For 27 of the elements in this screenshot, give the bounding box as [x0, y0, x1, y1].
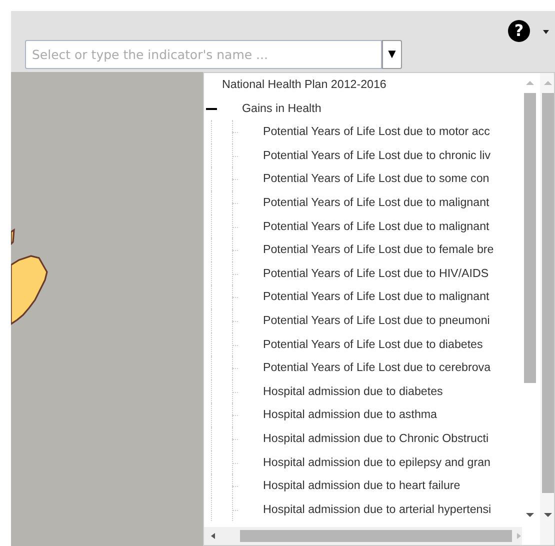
map-region[interactable] — [11, 228, 48, 326]
indicator-item[interactable]: Potential Years of Life Lost due to malignant — [263, 194, 490, 212]
scrollbar[interactable] — [540, 73, 554, 545]
indicator-item[interactable]: Potential Years of Life Lost due to female bre — [263, 241, 494, 259]
indicator-item[interactable]: Potential Years of Life Lost due to chronic liv — [263, 146, 491, 164]
indicator-item[interactable]: Potential Years of Life Lost due to pneumoni — [263, 312, 490, 330]
collapse-icon[interactable] — [206, 108, 217, 110]
indicator-item[interactable]: Potential Years of Life Lost due to diabetes — [263, 336, 483, 354]
dropdown-button[interactable]: ▼ — [382, 40, 402, 69]
caret-icon[interactable] — [543, 30, 549, 34]
indicator-search-field[interactable]: Select or type the indicator's name ... — [25, 40, 382, 69]
indicator-item[interactable]: Hospital admission due to Chronic Obstructi — [263, 430, 489, 448]
indicator-item[interactable]: Potential Years of Life Lost due to motor acc — [263, 123, 490, 141]
indicator-item[interactable]: Hospital admission due to asthma — [263, 406, 437, 424]
help-icon[interactable]: ? — [508, 20, 530, 42]
indicator-item[interactable]: Hospital admission due to heart failure — [263, 477, 460, 495]
indicator-item[interactable]: Hospital admission due to arterial hypertensi — [263, 500, 492, 518]
indicator-item[interactable]: Potential Years of Life Lost due to HIV/AIDS — [263, 264, 489, 282]
indicator-item[interactable]: Potential Years of Life Lost due to malignant — [263, 218, 490, 236]
tree-group-label[interactable]: Gains in Health — [242, 100, 322, 118]
indicator-item[interactable]: Hospital admission due to diabetes — [263, 382, 443, 400]
indicator-item[interactable]: Potential Years of Life Lost due to some con — [263, 170, 490, 188]
indicator-item[interactable]: Potential Years of Life Lost due to cerebrova — [263, 359, 491, 377]
horizontal-scrollbar[interactable] — [204, 527, 522, 545]
indicator-item[interactable]: Potential Years of Life Lost due to malignant — [263, 288, 490, 306]
indicator-item[interactable]: Hospital admission due to epilepsy and gran — [263, 454, 491, 471]
tree-group-label[interactable]: National Health Plan 2012-2016 — [222, 76, 386, 94]
